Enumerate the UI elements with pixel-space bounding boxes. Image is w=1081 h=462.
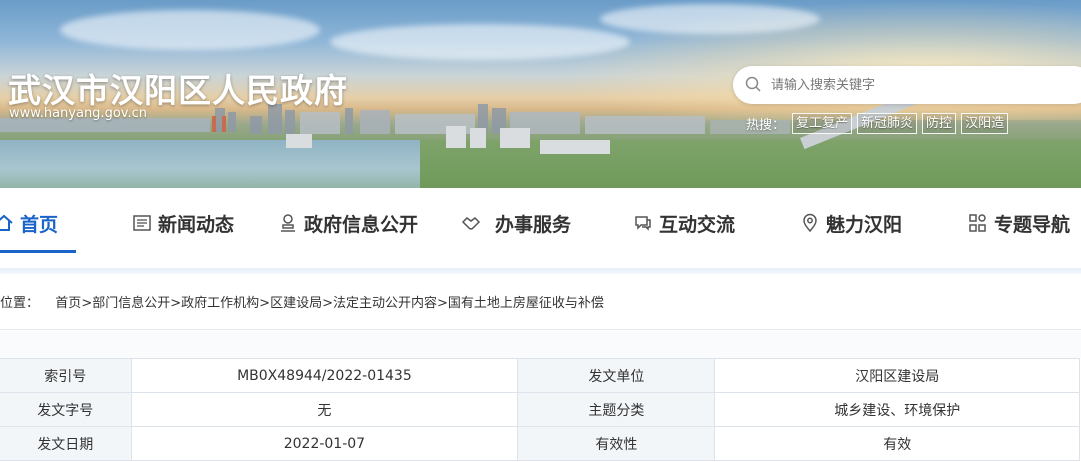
site-url: www.hanyang.gov.cn	[9, 106, 147, 121]
table-key: 发文字号	[0, 392, 132, 427]
breadcrumb-link[interactable]: 首页	[55, 296, 81, 311]
breadcrumb-link[interactable]: 国有土地上房屋征收与补偿	[448, 296, 604, 311]
nav-item-topics[interactable]: 专题导航	[968, 188, 1070, 258]
nav-item-label: 政府信息公开	[304, 213, 419, 236]
table-key: 索引号	[0, 358, 132, 393]
breadcrumb-separator: >	[437, 296, 448, 311]
breadcrumb-link[interactable]: 法定主动公开内容	[333, 296, 437, 311]
table-key: 有效性	[517, 426, 716, 461]
table-key: 主题分类	[517, 392, 716, 427]
grid-icon	[969, 214, 986, 232]
document-info-table: 索引号 MB0X48944/2022-01435 发文单位 汉阳区建设局 发文字…	[0, 358, 1080, 461]
nav-item-label: 魅力汉阳	[826, 213, 903, 236]
hot-tag[interactable]: 新冠肺炎	[857, 113, 918, 134]
location-icon	[803, 213, 817, 233]
table-key: 发文单位	[517, 358, 716, 393]
nav-item-label: 互动交流	[659, 213, 736, 236]
nav-item-charm[interactable]: 魅力汉阳	[800, 188, 902, 258]
hot-search: 热搜： 复工复产 新冠肺炎 防控 汉阳造	[746, 113, 1009, 134]
breadcrumb-separator: >	[170, 296, 182, 311]
nav-active-underline	[0, 250, 76, 253]
breadcrumb-separator: >	[81, 296, 93, 311]
hot-tag[interactable]: 复工复产	[792, 113, 853, 134]
table-value: 城乡建设、环境保护	[714, 392, 1080, 427]
breadcrumb-link[interactable]: 政府工作机构	[181, 296, 259, 311]
table-value: MB0X48944/2022-01435	[130, 358, 519, 393]
site-title[interactable]: 武汉市汉阳区人民政府	[8, 64, 348, 112]
breadcrumb-separator: >	[259, 296, 271, 311]
chat-icon	[635, 216, 651, 231]
nav-item-label: 办事服务	[495, 213, 572, 236]
hot-tag[interactable]: 汉阳造	[961, 113, 1009, 134]
header-banner: 武汉市汉阳区人民政府 www.hanyang.gov.cn 热搜： 复工复产 新…	[0, 0, 1081, 188]
breadcrumb-label: 位置：	[0, 296, 40, 311]
search-box[interactable]	[733, 66, 1081, 104]
nav-item-home[interactable]: 首页	[0, 188, 58, 258]
search-input[interactable]	[771, 74, 1071, 96]
home-icon	[0, 214, 13, 231]
table-row: 发文日期 2022-01-07 有效性 有效	[0, 426, 1080, 461]
hot-search-label: 热搜：	[746, 118, 786, 133]
content-gap	[0, 331, 1081, 358]
nav-item-label: 首页	[20, 213, 59, 236]
breadcrumb-link[interactable]: 区建设局	[270, 296, 322, 311]
nav-item-interaction[interactable]: 互动交流	[633, 188, 735, 258]
nav-item-label: 专题导航	[994, 213, 1071, 236]
nav-item-gov-info[interactable]: 政府信息公开	[278, 188, 418, 258]
table-value: 2022-01-07	[130, 426, 519, 461]
news-icon	[133, 215, 151, 231]
table-value: 无	[130, 392, 519, 427]
table-row: 索引号 MB0X48944/2022-01435 发文单位 汉阳区建设局	[0, 358, 1080, 393]
user-stamp-icon	[281, 214, 295, 232]
table-value: 有效	[714, 426, 1080, 461]
nav-item-label: 新闻动态	[158, 213, 235, 236]
table-value: 汉阳区建设局	[714, 358, 1080, 393]
hot-tag[interactable]: 防控	[922, 113, 957, 134]
search-icon[interactable]	[745, 76, 761, 92]
main-nav: 首页 新闻动态 政府信息公开 办事服务 互动交流 魅力汉阳 专题导航	[0, 188, 1081, 268]
breadcrumb: 位置： 首页>部门信息公开>政府工作机构>区建设局>法定主动公开内容>国有土地上…	[0, 292, 604, 311]
table-row: 发文字号 无 主题分类 城乡建设、环境保护	[0, 392, 1080, 427]
nav-item-news[interactable]: 新闻动态	[132, 188, 234, 258]
handshake-icon	[461, 217, 481, 230]
table-key: 发文日期	[0, 426, 132, 461]
breadcrumb-separator: >	[322, 296, 333, 311]
breadcrumb-link[interactable]: 部门信息公开	[92, 296, 170, 311]
nav-item-services[interactable]: 办事服务	[461, 188, 571, 258]
